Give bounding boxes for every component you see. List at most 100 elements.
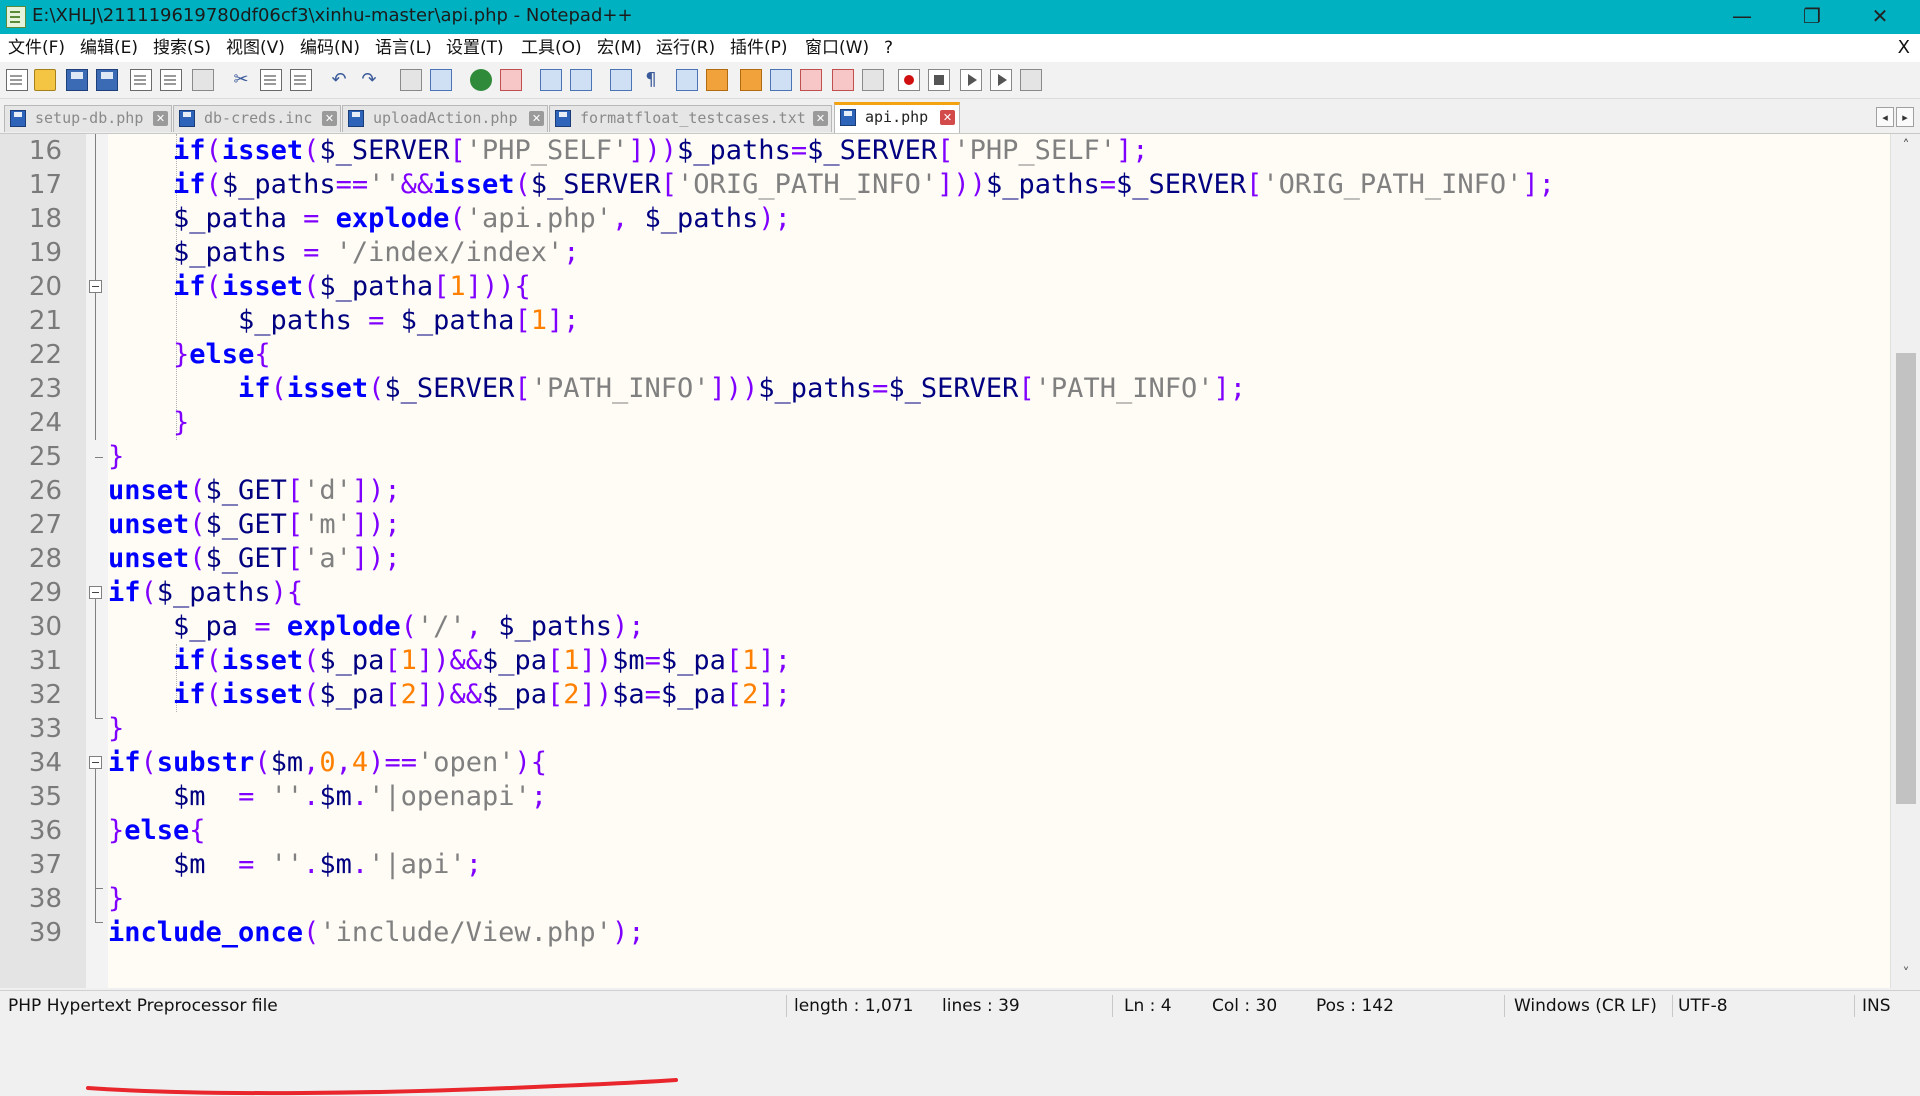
code-line[interactable]: 33} bbox=[0, 712, 1890, 746]
menu-edit[interactable]: 编辑(E) bbox=[80, 34, 138, 62]
code-line[interactable]: 21 $_paths = $_patha[1]; bbox=[0, 304, 1890, 338]
code-line[interactable]: 18 $_patha = explode('api.php', $_paths)… bbox=[0, 202, 1890, 236]
indent-guide-icon[interactable] bbox=[676, 69, 698, 91]
close-window-button[interactable]: ✕ bbox=[1849, 0, 1911, 34]
maximize-button[interactable]: ❐ bbox=[1781, 0, 1843, 34]
paste-icon[interactable] bbox=[290, 69, 312, 91]
tab-scroll-left-button[interactable]: ◂ bbox=[1876, 107, 1894, 127]
code-line[interactable]: 35 $m = ''.$m.'|openapi'; bbox=[0, 780, 1890, 814]
print-icon[interactable] bbox=[192, 69, 214, 91]
code-text: } bbox=[173, 407, 190, 438]
line-number: 19 bbox=[28, 238, 62, 268]
redo-icon[interactable]: ↷ bbox=[358, 69, 380, 91]
menu-window[interactable]: 窗口(W) bbox=[805, 34, 869, 62]
vertical-scrollbar[interactable]: ˄ ˅ bbox=[1890, 134, 1920, 988]
run-macro-multiple-icon[interactable] bbox=[990, 69, 1012, 91]
new-file-icon[interactable] bbox=[6, 69, 28, 91]
menu-settings[interactable]: 设置(T) bbox=[446, 34, 504, 62]
function-list-icon[interactable] bbox=[740, 69, 762, 91]
menu-search[interactable]: 搜索(S) bbox=[153, 34, 211, 62]
tab-close-icon[interactable]: ✕ bbox=[322, 111, 337, 126]
doc-list-icon[interactable] bbox=[800, 69, 822, 91]
record-macro-icon[interactable] bbox=[898, 69, 920, 91]
menu-file[interactable]: 文件(F) bbox=[8, 34, 65, 62]
menu-encoding[interactable]: 编码(N) bbox=[300, 34, 360, 62]
tab-formatfloat-testcases[interactable]: formatfloat_testcases.txt ✕ bbox=[549, 105, 832, 132]
menu-help[interactable]: ? bbox=[884, 34, 893, 62]
line-number: 30 bbox=[28, 612, 62, 642]
code-line[interactable]: 34 if(substr($m,0,4)=='open'){ bbox=[0, 746, 1890, 780]
copy-icon[interactable] bbox=[260, 69, 282, 91]
show-all-chars-icon[interactable]: ¶ bbox=[640, 69, 662, 91]
status-lines: lines : 39 bbox=[942, 996, 1020, 1016]
code-line[interactable]: 19 $_paths = '/index/index'; bbox=[0, 236, 1890, 270]
code-line[interactable]: 17 if($_paths==''&&isset($_SERVER['ORIG_… bbox=[0, 168, 1890, 202]
save-icon[interactable] bbox=[66, 69, 88, 91]
tab-setup-db[interactable]: setup-db.php ✕ bbox=[4, 105, 172, 132]
code-line[interactable]: 36}else{ bbox=[0, 814, 1890, 848]
menu-language[interactable]: 语言(L) bbox=[375, 34, 432, 62]
menu-macro[interactable]: 宏(M) bbox=[597, 34, 642, 62]
minimize-button[interactable]: — bbox=[1711, 0, 1773, 34]
status-separator bbox=[1504, 995, 1505, 1017]
find-icon[interactable] bbox=[400, 69, 422, 91]
cut-icon[interactable]: ✂ bbox=[230, 69, 252, 91]
play-macro-icon[interactable] bbox=[960, 69, 982, 91]
tab-close-icon[interactable]: ✕ bbox=[153, 111, 168, 126]
tab-close-icon[interactable]: ✕ bbox=[813, 111, 828, 126]
zoom-in-icon[interactable] bbox=[470, 69, 492, 91]
stop-macro-icon[interactable] bbox=[928, 69, 950, 91]
code-line[interactable]: 24 } bbox=[0, 406, 1890, 440]
code-line[interactable]: 29 if($_paths){ bbox=[0, 576, 1890, 610]
save-macro-icon[interactable] bbox=[1020, 69, 1042, 91]
monitor-icon[interactable] bbox=[832, 69, 854, 91]
scroll-down-icon[interactable]: ˅ bbox=[1891, 966, 1920, 982]
close-document-x[interactable]: X bbox=[1898, 34, 1910, 62]
code-line[interactable]: 16 if(isset($_SERVER['PHP_SELF']))$_path… bbox=[0, 134, 1890, 168]
undo-icon[interactable]: ↶ bbox=[328, 69, 350, 91]
tab-close-icon[interactable]: ✕ bbox=[529, 111, 544, 126]
code-line[interactable]: 31 if(isset($_pa[1])&&$_pa[1])$m=$_pa[1]… bbox=[0, 644, 1890, 678]
code-line[interactable]: 28 unset($_GET['a']); bbox=[0, 542, 1890, 576]
zoom-out-icon[interactable] bbox=[500, 69, 522, 91]
status-separator bbox=[786, 995, 787, 1017]
replace-icon[interactable] bbox=[430, 69, 452, 91]
sync-vertical-icon[interactable] bbox=[540, 69, 562, 91]
eye-icon[interactable] bbox=[862, 69, 884, 91]
menu-tools[interactable]: 工具(O) bbox=[521, 34, 582, 62]
tab-close-icon[interactable]: ✕ bbox=[940, 110, 955, 125]
code-line[interactable]: 38} bbox=[0, 882, 1890, 916]
sync-horizontal-icon[interactable] bbox=[570, 69, 592, 91]
word-wrap-icon[interactable] bbox=[610, 69, 632, 91]
menu-plugins[interactable]: 插件(P) bbox=[730, 34, 788, 62]
code-line[interactable]: 25} bbox=[0, 440, 1890, 474]
red-underline-annotation bbox=[86, 1078, 678, 1096]
folder-workspace-icon[interactable] bbox=[770, 69, 792, 91]
tab-db-creds[interactable]: db-creds.inc ✕ bbox=[173, 105, 341, 132]
code-line[interactable]: 37 $m = ''.$m.'|api'; bbox=[0, 848, 1890, 882]
menu-run[interactable]: 运行(R) bbox=[656, 34, 715, 62]
tab-upload-action[interactable]: uploadAction.php ✕ bbox=[342, 105, 548, 132]
code-line[interactable]: 27 unset($_GET['m']); bbox=[0, 508, 1890, 542]
open-file-icon[interactable] bbox=[34, 69, 56, 91]
code-line[interactable]: 32 if(isset($_pa[2])&&$_pa[2])$a=$_pa[2]… bbox=[0, 678, 1890, 712]
file-disk-icon bbox=[555, 110, 571, 127]
code-line[interactable]: 22 }else{ bbox=[0, 338, 1890, 372]
code-editor[interactable]: 16 if(isset($_SERVER['PHP_SELF']))$_path… bbox=[0, 134, 1920, 1096]
close-file-icon[interactable] bbox=[130, 69, 152, 91]
scroll-up-icon[interactable]: ˄ bbox=[1891, 138, 1920, 154]
code-line[interactable]: 30 $_pa = explode('/', $_paths); bbox=[0, 610, 1890, 644]
tab-scroll-right-button[interactable]: ▸ bbox=[1896, 107, 1914, 127]
code-line[interactable]: 26 unset($_GET['d']); bbox=[0, 474, 1890, 508]
close-all-icon[interactable] bbox=[160, 69, 182, 91]
status-separator bbox=[1672, 995, 1673, 1017]
tab-api-php[interactable]: api.php ✕ bbox=[834, 102, 960, 133]
doc-map-icon[interactable] bbox=[706, 69, 728, 91]
scrollbar-thumb[interactable] bbox=[1896, 353, 1916, 804]
code-text: }else{ bbox=[173, 339, 271, 370]
menu-view[interactable]: 视图(V) bbox=[226, 34, 285, 62]
save-all-icon[interactable] bbox=[96, 69, 118, 91]
code-line[interactable]: 20 if(isset($_patha[1])){ bbox=[0, 270, 1890, 304]
code-line[interactable]: 39 include_once('include/View.php'); bbox=[0, 916, 1890, 950]
code-line[interactable]: 23 if(isset($_SERVER['PATH_INFO']))$_pat… bbox=[0, 372, 1890, 406]
